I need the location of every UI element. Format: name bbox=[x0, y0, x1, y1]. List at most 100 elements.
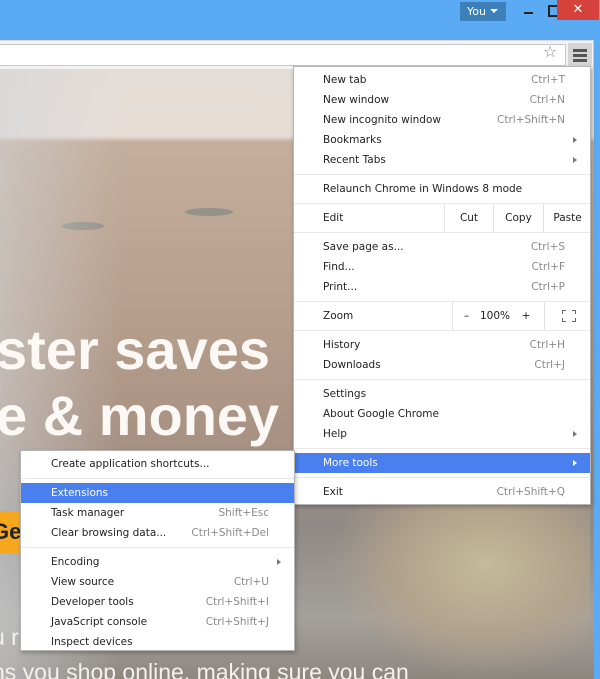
menu-item-clear-browsing-data[interactable]: Clear browsing data... Ctrl+Shift+Del bbox=[21, 523, 294, 543]
menu-item-label: New window bbox=[323, 94, 390, 106]
menu-item-about-chrome[interactable]: About Google Chrome bbox=[294, 404, 590, 424]
menu-item-shortcut: Ctrl+Shift+N bbox=[497, 114, 565, 126]
menu-item-label: Print... bbox=[323, 281, 358, 293]
menu-separator bbox=[294, 477, 590, 478]
menu-separator bbox=[294, 379, 590, 380]
close-button[interactable]: ✕ bbox=[557, 0, 599, 20]
more-tools-submenu: Create application shortcuts... Extensio… bbox=[20, 450, 295, 651]
chrome-menu-button[interactable] bbox=[568, 43, 592, 67]
menu-item-label: Exit bbox=[323, 486, 343, 498]
hero-headline-line1: ster saves bbox=[0, 318, 271, 381]
background-photo-detail bbox=[62, 222, 104, 230]
hamburger-bar bbox=[573, 49, 587, 52]
menu-item-shortcut: Ctrl+H bbox=[529, 339, 565, 351]
menu-item-shortcut: Ctrl+Shift+J bbox=[205, 616, 269, 628]
hamburger-bar bbox=[573, 54, 587, 57]
edit-row: Edit Cut Copy Paste bbox=[294, 203, 590, 233]
menu-item-developer-tools[interactable]: Developer tools Ctrl+Shift+I bbox=[21, 592, 294, 612]
menu-item-label: New incognito window bbox=[323, 114, 441, 126]
menu-item-label: Help bbox=[323, 428, 347, 440]
menu-item-label: Developer tools bbox=[51, 596, 134, 608]
menu-item-label: History bbox=[323, 339, 361, 351]
bookmark-star-icon[interactable]: ☆ bbox=[543, 44, 557, 60]
fullscreen-button[interactable] bbox=[544, 302, 591, 330]
menu-item-new-tab[interactable]: New tab Ctrl+T bbox=[294, 70, 590, 90]
menu-item-label: View source bbox=[51, 576, 115, 588]
menu-item-label: Inspect devices bbox=[51, 636, 133, 648]
menu-item-relaunch-windows8[interactable]: Relaunch Chrome in Windows 8 mode bbox=[294, 179, 590, 199]
menu-item-shortcut: Ctrl+Shift+I bbox=[205, 596, 269, 608]
menu-item-shortcut: Shift+Esc bbox=[218, 507, 269, 519]
submenu-arrow-icon bbox=[573, 460, 577, 466]
menu-item-encoding[interactable]: Encoding bbox=[21, 552, 294, 572]
menu-item-label: Extensions bbox=[51, 487, 109, 499]
menu-item-history[interactable]: History Ctrl+H bbox=[294, 335, 590, 355]
menu-item-settings[interactable]: Settings bbox=[294, 384, 590, 404]
menu-item-new-window[interactable]: New window Ctrl+N bbox=[294, 90, 590, 110]
menu-item-help[interactable]: Help bbox=[294, 424, 590, 444]
menu-item-shortcut: Ctrl+T bbox=[531, 74, 565, 86]
menu-item-label: About Google Chrome bbox=[323, 408, 439, 420]
menu-item-shortcut: Ctrl+N bbox=[529, 94, 565, 106]
menu-item-extensions[interactable]: Extensions bbox=[21, 483, 294, 503]
cta-label: Ge bbox=[0, 519, 22, 544]
menu-item-recent-tabs[interactable]: Recent Tabs bbox=[294, 150, 590, 170]
menu-item-create-app-shortcuts[interactable]: Create application shortcuts... bbox=[21, 454, 294, 474]
submenu-arrow-icon bbox=[573, 137, 577, 143]
menu-item-more-tools[interactable]: More tools bbox=[294, 453, 590, 473]
menu-item-exit[interactable]: Exit Ctrl+Shift+Q bbox=[294, 482, 590, 502]
edit-label: Edit bbox=[323, 212, 344, 224]
menu-item-javascript-console[interactable]: JavaScript console Ctrl+Shift+J bbox=[21, 612, 294, 632]
menu-item-label: Find... bbox=[323, 261, 355, 273]
minimize-button[interactable] bbox=[516, 0, 542, 20]
menu-item-new-incognito-window[interactable]: New incognito window Ctrl+Shift+N bbox=[294, 110, 590, 130]
menu-item-inspect-devices[interactable]: Inspect devices bbox=[21, 632, 294, 652]
zoom-in-button[interactable]: + bbox=[512, 302, 540, 330]
hamburger-bar bbox=[573, 59, 587, 62]
menu-item-label: Save page as... bbox=[323, 241, 404, 253]
cut-button[interactable]: Cut bbox=[444, 204, 493, 232]
menu-item-shortcut: Ctrl+Shift+Del bbox=[191, 527, 269, 539]
browser-toolbar: ☆ bbox=[0, 40, 594, 69]
close-icon: ✕ bbox=[572, 2, 584, 17]
hero-body-line2: ns you shop online, making sure you can bbox=[0, 659, 409, 679]
menu-separator bbox=[294, 174, 590, 175]
menu-item-find[interactable]: Find... Ctrl+F bbox=[294, 257, 590, 277]
zoom-level: 100% bbox=[480, 310, 511, 322]
hero-headline-line2: e & money bbox=[0, 384, 280, 447]
profile-button[interactable]: You bbox=[460, 2, 506, 21]
menu-item-view-source[interactable]: View source Ctrl+U bbox=[21, 572, 294, 592]
menu-item-print[interactable]: Print... Ctrl+P bbox=[294, 277, 590, 297]
caret-down-icon bbox=[490, 9, 498, 13]
menu-item-shortcut: Ctrl+J bbox=[534, 359, 565, 371]
profile-label: You bbox=[467, 5, 486, 18]
menu-separator bbox=[294, 448, 590, 449]
zoom-out-button[interactable]: – bbox=[452, 302, 480, 330]
menu-item-label: Downloads bbox=[323, 359, 381, 371]
chrome-main-menu: New tab Ctrl+T New window Ctrl+N New inc… bbox=[293, 66, 591, 505]
menu-separator bbox=[21, 478, 294, 479]
menu-item-label: Relaunch Chrome in Windows 8 mode bbox=[323, 183, 523, 195]
menu-item-label: Clear browsing data... bbox=[51, 527, 167, 539]
menu-item-label: New tab bbox=[323, 74, 367, 86]
menu-item-label: Create application shortcuts... bbox=[51, 458, 210, 470]
copy-button[interactable]: Copy bbox=[493, 204, 543, 232]
menu-item-label: Bookmarks bbox=[323, 134, 382, 146]
menu-item-task-manager[interactable]: Task manager Shift+Esc bbox=[21, 503, 294, 523]
menu-item-shortcut: Ctrl+F bbox=[531, 261, 565, 273]
address-bar[interactable] bbox=[0, 44, 566, 66]
window-titlebar: You ✕ bbox=[0, 0, 600, 40]
menu-item-downloads[interactable]: Downloads Ctrl+J bbox=[294, 355, 590, 375]
menu-item-shortcut: Ctrl+U bbox=[233, 576, 269, 588]
menu-item-label: Settings bbox=[323, 388, 367, 400]
background-photo-detail bbox=[185, 208, 233, 216]
menu-item-label: Encoding bbox=[51, 556, 100, 568]
menu-item-save-page-as[interactable]: Save page as... Ctrl+S bbox=[294, 237, 590, 257]
menu-separator bbox=[21, 547, 294, 548]
menu-item-label: Task manager bbox=[51, 507, 125, 519]
menu-item-shortcut: Ctrl+S bbox=[530, 241, 565, 253]
paste-button[interactable]: Paste bbox=[543, 204, 591, 232]
menu-item-label: Recent Tabs bbox=[323, 154, 386, 166]
menu-item-bookmarks[interactable]: Bookmarks bbox=[294, 130, 590, 150]
menu-item-label: JavaScript console bbox=[51, 616, 148, 628]
